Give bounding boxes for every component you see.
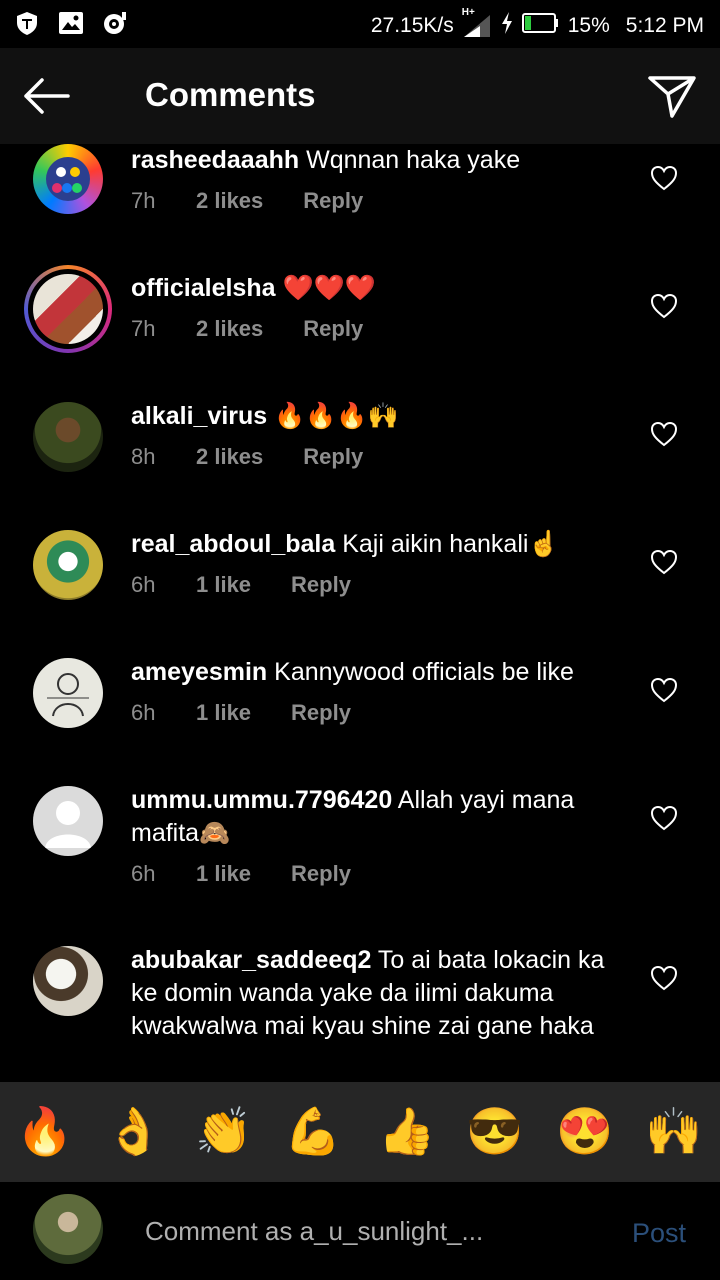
reply-button[interactable]: Reply — [303, 188, 363, 214]
heart-icon — [650, 165, 678, 191]
comment-text-block: real_abdoul_bala Kaji aikin hankali☝️ — [131, 528, 631, 561]
vpn-icon — [14, 10, 40, 36]
emoji-raised-hands-button[interactable]: 🙌 — [645, 1102, 703, 1160]
app-bar: Comments — [0, 48, 720, 144]
comment-meta: 7h 2 likes Reply — [131, 316, 363, 342]
reply-button[interactable]: Reply — [291, 861, 351, 887]
comment-username[interactable]: rasheedaaahh — [131, 146, 299, 174]
comment-time: 8h — [131, 444, 156, 469]
avatar[interactable] — [33, 274, 103, 344]
comment-meta: 6h 1 like Reply — [131, 700, 351, 726]
comment-input[interactable]: Comment as a_u_sunlight_... — [145, 1216, 483, 1247]
comment-username[interactable]: real_abdoul_bala — [131, 530, 335, 558]
comments-list[interactable]: rasheedaaahh Wqnnan haka yake 7h 2 likes… — [0, 144, 720, 1082]
status-bar: 27.15K/s H+ 15% 5:12 PM — [0, 0, 720, 48]
comment-body: Wqnnan haka yake — [306, 146, 521, 174]
comment-username[interactable]: alkali_virus — [131, 402, 267, 430]
emoji-heart-eyes-button[interactable]: 😍 — [556, 1102, 614, 1160]
heart-icon — [650, 549, 678, 575]
comment-input-bar: Comment as a_u_sunlight_... Post — [0, 1182, 720, 1280]
back-button[interactable] — [20, 72, 76, 120]
comment-body: Kaji aikin hankali☝️ — [342, 530, 560, 558]
heart-icon — [650, 293, 678, 319]
heart-icon — [650, 965, 678, 991]
comment-time: 7h — [131, 188, 156, 213]
arrow-left-icon — [24, 78, 70, 114]
avatar[interactable] — [33, 946, 103, 1016]
comment-time: 6h — [131, 700, 156, 725]
emoji-clap-button[interactable]: 👏 — [195, 1102, 253, 1160]
heart-icon — [650, 805, 678, 831]
battery-percent: 15% — [567, 14, 610, 37]
reply-button[interactable]: Reply — [291, 572, 351, 598]
clock: 5:12 PM — [625, 14, 704, 37]
comment-meta: 6h 1 like Reply — [131, 861, 351, 887]
paper-plane-icon — [648, 76, 696, 118]
app-notification-icon — [102, 10, 128, 36]
comment-username[interactable]: abubakar_saddeeq2 — [131, 946, 371, 974]
emoji-fire-button[interactable]: 🔥 — [16, 1102, 74, 1160]
like-button[interactable] — [650, 965, 678, 991]
avatar[interactable] — [33, 786, 103, 856]
comment-text-block: officialelsha ❤️❤️❤️ — [131, 272, 631, 305]
comment-time: 7h — [131, 316, 156, 341]
comment-username[interactable]: officialelsha — [131, 274, 276, 302]
comment-likes[interactable]: 1 like — [196, 700, 251, 726]
like-button[interactable] — [650, 293, 678, 319]
comment-text-block: ummu.ummu.7796420 Allah yayi mana mafita… — [131, 784, 631, 850]
comment-meta: 8h 2 likes Reply — [131, 444, 363, 470]
avatar[interactable] — [33, 402, 103, 472]
emoji-quick-bar: 🔥 👌 👏 💪 👍 😎 😍 🙌 — [0, 1082, 720, 1182]
battery-icon — [521, 13, 560, 39]
like-button[interactable] — [650, 549, 678, 575]
signal-icon: H+ — [462, 7, 492, 39]
heart-icon — [650, 677, 678, 703]
comment-time: 6h — [131, 572, 156, 597]
reply-button[interactable]: Reply — [303, 444, 363, 470]
comment-username[interactable]: ummu.ummu.7796420 — [131, 786, 392, 814]
emoji-muscle-button[interactable]: 💪 — [284, 1102, 342, 1160]
emoji-ok-hand-button[interactable]: 👌 — [105, 1102, 163, 1160]
avatar[interactable] — [33, 144, 103, 214]
gallery-icon — [58, 10, 84, 36]
comment-likes[interactable]: 2 likes — [196, 188, 263, 214]
comment-likes[interactable]: 2 likes — [196, 316, 263, 342]
comment-likes[interactable]: 1 like — [196, 861, 251, 887]
avatar[interactable] — [33, 658, 103, 728]
comment-body: Kannywood officials be like — [274, 658, 574, 686]
my-avatar — [33, 1194, 103, 1264]
like-button[interactable] — [650, 421, 678, 447]
avatar[interactable] — [33, 530, 103, 600]
emoji-thumbs-up-button[interactable]: 👍 — [378, 1102, 436, 1160]
reply-button[interactable]: Reply — [303, 316, 363, 342]
comment-time: 6h — [131, 861, 156, 886]
share-button[interactable] — [646, 72, 698, 120]
page-title: Comments — [145, 76, 316, 113]
default-profile-icon — [45, 801, 91, 848]
comment-likes[interactable]: 1 like — [196, 572, 251, 598]
like-button[interactable] — [650, 165, 678, 191]
comment-text-block: abubakar_saddeeq2 To ai bata lokacin ka … — [131, 944, 631, 1043]
comment-text-block: rasheedaaahh Wqnnan haka yake — [131, 144, 631, 177]
comment-text-block: ameyesmin Kannywood officials be like — [131, 656, 631, 689]
charging-icon — [500, 11, 514, 41]
emoji-sunglasses-button[interactable]: 😎 — [466, 1102, 524, 1160]
comment-body: ❤️❤️❤️ — [282, 274, 376, 302]
comment-meta: 6h 1 like Reply — [131, 572, 351, 598]
comment-meta: 7h 2 likes Reply — [131, 188, 363, 214]
comment-body: 🔥🔥🔥🙌 — [274, 402, 399, 430]
comment-likes[interactable]: 2 likes — [196, 444, 263, 470]
heart-icon — [650, 421, 678, 447]
like-button[interactable] — [650, 805, 678, 831]
comment-text-block: alkali_virus 🔥🔥🔥🙌 — [131, 400, 631, 433]
comment-username[interactable]: ameyesmin — [131, 658, 267, 686]
reply-button[interactable]: Reply — [291, 700, 351, 726]
net-speed: 27.15K/s — [370, 14, 454, 37]
like-button[interactable] — [650, 677, 678, 703]
post-button[interactable]: Post — [632, 1218, 686, 1249]
